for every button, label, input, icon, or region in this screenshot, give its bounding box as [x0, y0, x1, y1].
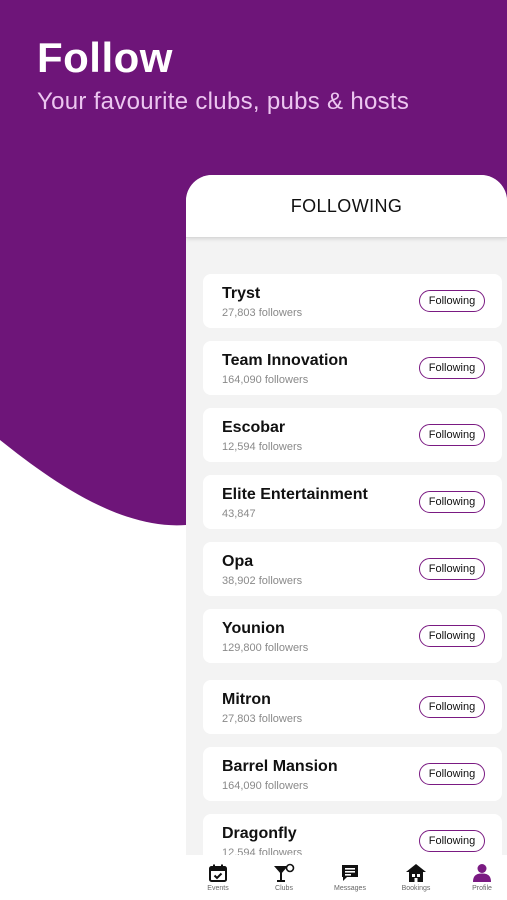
list-item[interactable]: Team Innovation 164,090 followers Follow… — [203, 341, 502, 395]
tab-label: Messages — [334, 885, 366, 892]
list-item[interactable]: Escobar 12,594 followers Following — [203, 408, 502, 462]
following-button[interactable]: Following — [419, 696, 485, 718]
tab-label: Profile — [472, 885, 492, 892]
following-button[interactable]: Following — [419, 357, 485, 379]
person-icon — [473, 864, 491, 882]
follower-count: 27,803 followers — [222, 713, 303, 725]
following-button[interactable]: Following — [419, 558, 485, 580]
tab-label: Bookings — [401, 885, 431, 892]
club-name: Opa — [222, 553, 254, 570]
tab-clubs[interactable]: Clubs — [252, 855, 316, 900]
tab-bookings[interactable]: Bookings — [384, 855, 448, 900]
panel-header: FOLLOWING — [186, 175, 507, 238]
follower-count: 43,847 — [222, 508, 256, 520]
club-name: Barrel Mansion — [222, 758, 338, 775]
follower-count: 38,902 followers — [222, 575, 303, 587]
tab-label: Clubs — [275, 885, 293, 892]
following-button[interactable]: Following — [419, 290, 485, 312]
list-item[interactable]: Opa 38,902 followers Following — [203, 542, 502, 596]
panel-title: FOLLOWING — [290, 195, 403, 216]
follower-count: 129,800 followers — [222, 642, 309, 654]
following-list[interactable]: Tryst 27,803 followers Following Team In… — [186, 175, 507, 900]
bottom-tab-bar: Events Clubs Messages Bookings Profile — [186, 855, 507, 900]
club-name: Team Innovation — [222, 352, 348, 369]
follower-count: 164,090 followers — [222, 780, 309, 792]
club-name: Younion — [222, 620, 285, 637]
list-item[interactable]: Younion 129,800 followers Following — [203, 609, 502, 663]
tab-events[interactable]: Events — [186, 855, 250, 900]
club-name: Tryst — [222, 285, 261, 302]
tab-label: Events — [207, 885, 229, 892]
house-icon — [406, 864, 426, 882]
club-name: Escobar — [222, 419, 286, 436]
list-item[interactable]: Elite Entertainment 43,847 Following — [203, 475, 502, 529]
club-name: Mitron — [222, 691, 271, 708]
tab-messages[interactable]: Messages — [318, 855, 382, 900]
calendar-icon — [209, 864, 227, 882]
follower-count: 12,594 followers — [222, 441, 303, 453]
club-name: Elite Entertainment — [222, 486, 368, 503]
following-button[interactable]: Following — [419, 625, 485, 647]
list-item[interactable]: Tryst 27,803 followers Following — [203, 274, 502, 328]
list-item[interactable]: Barrel Mansion 164,090 followers Followi… — [203, 747, 502, 801]
page-subtitle: Your favourite clubs, pubs & hosts — [37, 88, 410, 115]
club-name: Dragonfly — [222, 825, 297, 842]
following-button[interactable]: Following — [419, 491, 485, 513]
chat-icon — [342, 865, 358, 881]
follower-count: 27,803 followers — [222, 307, 303, 319]
cocktail-icon — [274, 863, 295, 882]
list-item[interactable]: Mitron 27,803 followers Following — [203, 680, 502, 734]
tab-profile[interactable]: Profile — [450, 855, 507, 900]
following-button[interactable]: Following — [419, 830, 485, 852]
follower-count: 164,090 followers — [222, 374, 309, 386]
following-panel: Tryst 27,803 followers Following Team In… — [186, 175, 507, 900]
page-title: Follow — [37, 34, 173, 81]
following-button[interactable]: Following — [419, 424, 485, 446]
following-button[interactable]: Following — [419, 763, 485, 785]
